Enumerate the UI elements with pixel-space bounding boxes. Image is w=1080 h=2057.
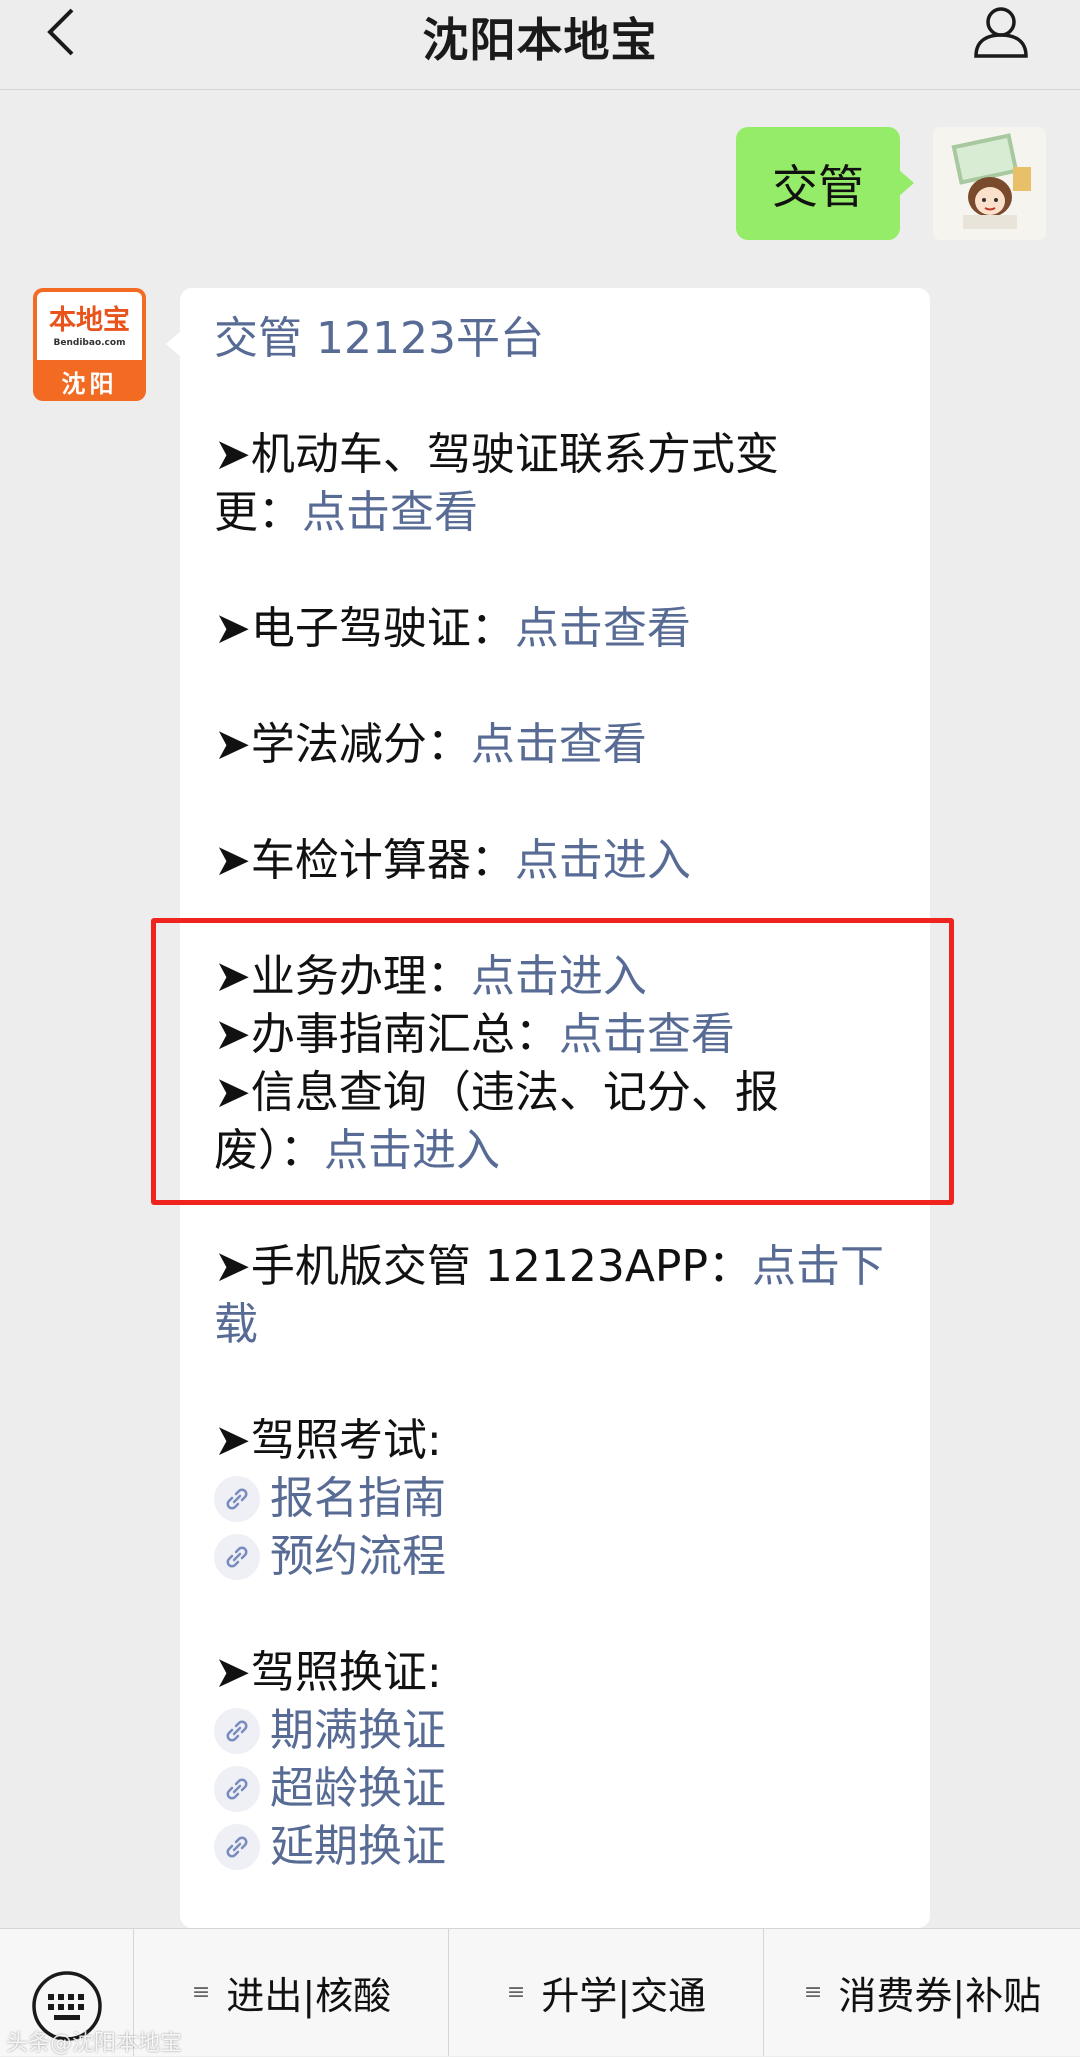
list-item: ➤车检计算器：点击进入: [214, 835, 691, 886]
download-link[interactable]: 点击下: [752, 1241, 884, 1292]
menu-lines-icon: ≡: [191, 1980, 211, 2005]
nav-bar: 沈阳本地宝: [0, 0, 1080, 90]
menu-school-traffic[interactable]: ≡ 升学|交通: [448, 1929, 764, 2056]
link-icon: [214, 1476, 260, 1522]
red-highlight-box: [151, 918, 954, 1205]
outgoing-message-text: 交管: [772, 159, 864, 214]
message-heading[interactable]: 交管 12123平台: [214, 310, 904, 368]
view-link[interactable]: 点击查看: [471, 719, 647, 770]
renew-section-title: ➤驾照换证:: [214, 1647, 442, 1698]
exam-section-title: ➤驾照考试:: [214, 1415, 442, 1466]
view-link[interactable]: 点击查看: [515, 603, 691, 654]
menu-lines-icon: ≡: [506, 1980, 526, 2005]
mini-program-link[interactable]: 报名指南: [214, 1470, 904, 1528]
my-avatar[interactable]: [933, 127, 1046, 240]
link-icon: [214, 1824, 260, 1870]
list-item: ➤学法减分：点击查看: [214, 719, 647, 770]
cartoon-avatar-icon: [933, 127, 1046, 240]
link-icon: [214, 1708, 260, 1754]
mini-program-link[interactable]: 延期换证: [214, 1818, 904, 1876]
user-profile-icon[interactable]: [972, 2, 1030, 60]
bendibao-domain: Bendibao.com: [53, 338, 126, 348]
enter-link[interactable]: 点击进入: [515, 835, 691, 886]
list-item: ➤机动车、驾驶证联系方式变 更：点击查看: [214, 429, 779, 538]
mini-program-link[interactable]: 期满换证: [214, 1702, 904, 1760]
list-item: ➤电子驾驶证：点击查看: [214, 603, 691, 654]
bendibao-avatar[interactable]: 本地宝 Bendibao.com 沈阳: [33, 288, 146, 401]
bendibao-city: 沈阳: [61, 370, 118, 398]
download-link-cont[interactable]: 载: [214, 1299, 258, 1350]
chat-title: 沈阳本地宝: [422, 13, 658, 67]
link-icon: [214, 1534, 260, 1580]
link-icon: [214, 1766, 260, 1812]
outgoing-message-bubble[interactable]: 交管: [736, 127, 914, 240]
mini-program-link[interactable]: 超龄换证: [214, 1760, 904, 1818]
menu-lines-icon: ≡: [803, 1980, 823, 2005]
bendibao-logo: 本地宝: [49, 305, 130, 336]
list-item: ➤手机版交管 12123APP：点击下 载: [214, 1241, 884, 1350]
mini-program-link[interactable]: 预约流程: [214, 1528, 904, 1586]
view-link[interactable]: 点击查看: [302, 487, 478, 538]
menu-coupon-subsidy[interactable]: ≡ 消费券|补贴: [763, 1929, 1080, 2056]
watermark: 头条@沈阳本地宝: [6, 2031, 183, 2056]
